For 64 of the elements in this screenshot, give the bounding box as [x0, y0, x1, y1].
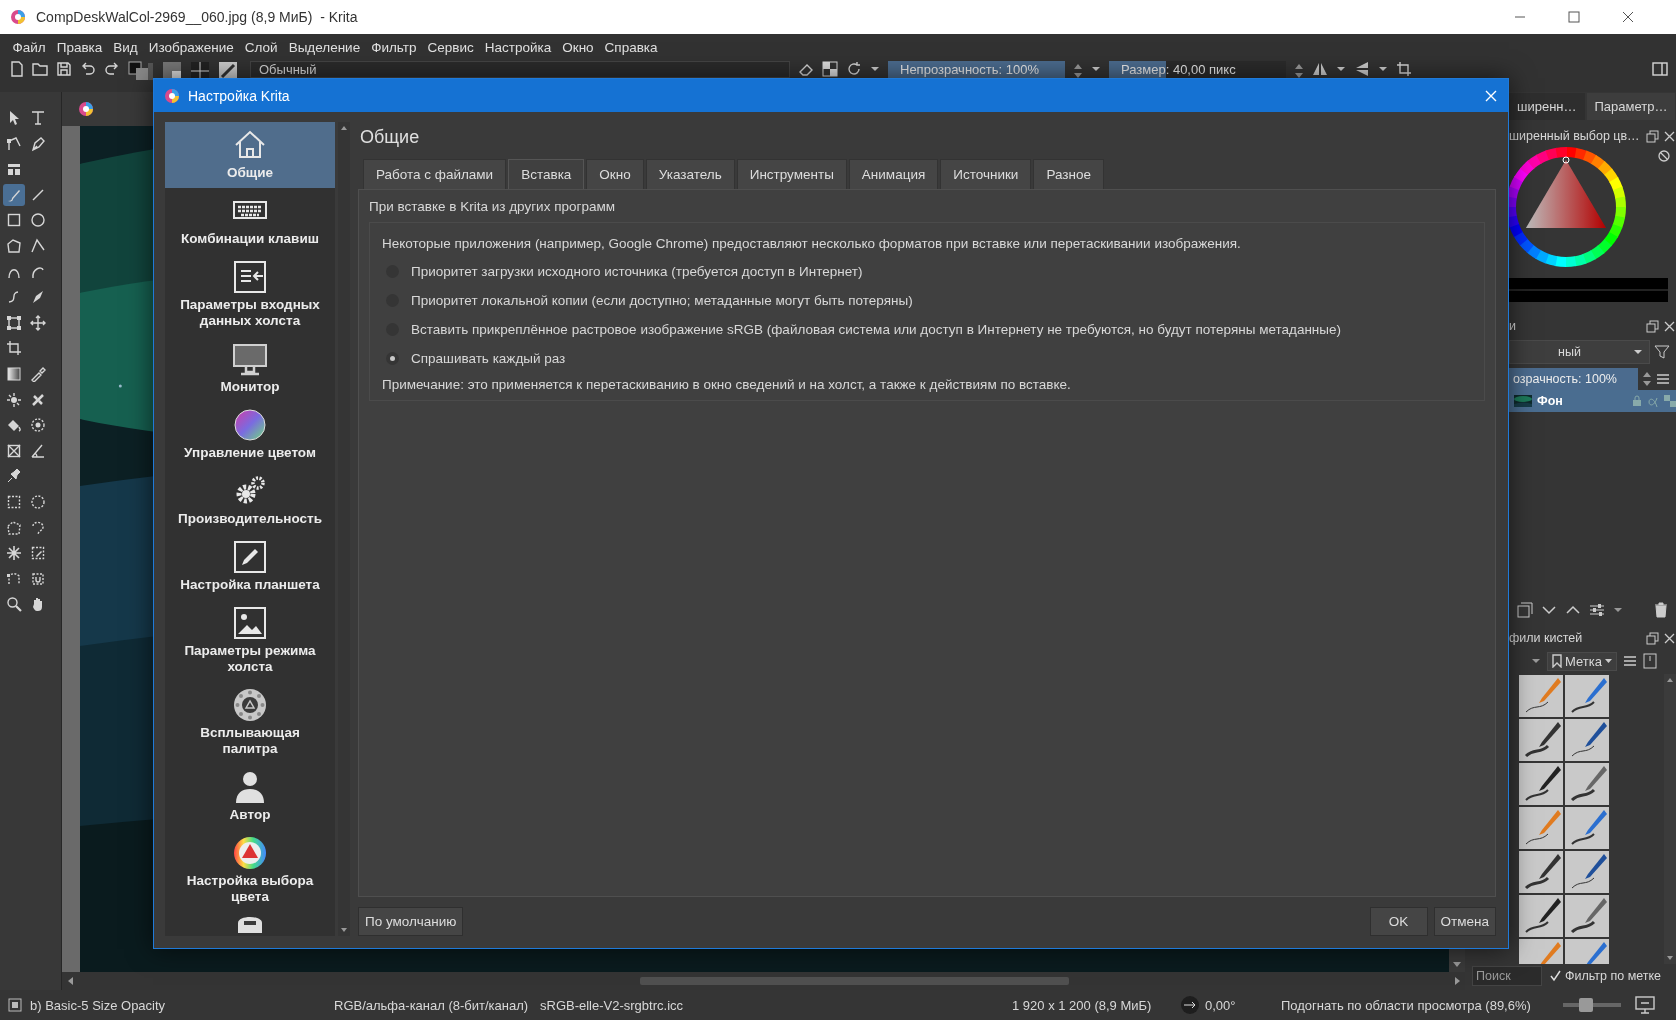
menu-item[interactable]: Окно — [556, 39, 600, 55]
radio-label: Приоритет локальной копии (если доступно; метаданные могут быть потеряны) — [411, 293, 913, 308]
group-title: При вставке в Krita из других программ — [369, 198, 616, 216]
sidebar-item[interactable]: Общие — [165, 122, 335, 188]
tab[interactable]: Указатель — [645, 159, 735, 189]
tab[interactable]: Источники — [940, 159, 1032, 189]
checkbox-label: Фильтр по метке — [1565, 969, 1662, 983]
tab[interactable]: Инструменты — [736, 159, 847, 189]
layer-name: Фон — [1537, 394, 1563, 408]
brush-preset-name: b) Basic-5 Size Opacity — [30, 997, 167, 1013]
menu-item[interactable]: Файл — [7, 39, 52, 55]
tab[interactable]: Вставка — [508, 159, 585, 189]
image-size: 1 920 x 1 200 (8,9 МиБ) — [1012, 997, 1153, 1013]
zoom-mode: Подогнать по области просмотра (89,6%) — [1281, 997, 1532, 1013]
rotation-angle: 0,00° — [1205, 997, 1237, 1013]
sidebar-item[interactable]: Всплывающая палитра — [165, 682, 335, 764]
panel-title: фили кистей — [1509, 631, 1584, 645]
menu-item[interactable]: Вид — [107, 39, 144, 55]
menu-item[interactable]: Выделение — [283, 39, 366, 55]
menu-item[interactable]: Настройка — [479, 39, 557, 55]
description-text: Некоторые приложения (например, Google Chrome) предоставляют несколько форматов при вставке или перетаскивании изображения. — [382, 236, 1242, 251]
sidebar-item[interactable]: Настройка планшета — [165, 534, 335, 600]
window-title: CompDeskWalCol-2969__060.jpg (8,9 МиБ) - Krita — [36, 9, 359, 25]
tab[interactable]: Разное — [1033, 159, 1104, 189]
menu-item[interactable]: Справка — [599, 39, 664, 55]
sidebar-item[interactable]: Производительность — [165, 468, 335, 534]
tab[interactable]: Работа с файлами — [363, 159, 507, 189]
sidebar-item[interactable]: Параметры входных данных холста — [165, 254, 335, 336]
page-title: Общие — [359, 126, 421, 149]
ok-button[interactable]: OK — [1369, 907, 1428, 936]
cancel-button[interactable]: Отмена — [1433, 907, 1496, 936]
sidebar-item[interactable]: Монитор — [165, 336, 335, 402]
dropdown-value: ный — [1558, 345, 1582, 359]
tab[interactable]: Анимация — [848, 159, 939, 189]
menu-item[interactable]: Фильтр — [365, 39, 423, 55]
dock-tab[interactable]: ширенн… — [1509, 92, 1585, 120]
radio-label: Приоритет загрузки исходного источника (требуется доступ в Интернет) — [411, 264, 863, 279]
note-text: Примечание: это применяется к перетаскиванию в окно сведений и на холст, а также к действиям по вставке. — [382, 376, 1072, 392]
blend-mode-dropdown[interactable]: ный — [1509, 340, 1650, 364]
search-field[interactable]: Поиск — [1472, 966, 1542, 986]
color-model: RGB/альфа-канал (8-бит/канал) — [334, 997, 530, 1013]
panel-title: и — [1509, 319, 1517, 333]
opacity-slider[interactable]: Непрозрачность: 100% — [888, 61, 1065, 78]
tab[interactable]: Окно — [586, 159, 644, 189]
defaults-button[interactable]: По умолчанию — [358, 907, 464, 936]
sidebar-item[interactable]: Параметры режима холста — [165, 600, 335, 682]
blend-mode-dropdown[interactable]: Обычный — [250, 61, 790, 78]
dock-tab[interactable]: Параметр… — [1586, 92, 1676, 120]
menu-item[interactable]: Изображение — [143, 39, 240, 55]
menu-item[interactable]: Слой — [239, 39, 284, 55]
layer-row[interactable]: Фон — [1509, 390, 1676, 412]
menu-item[interactable]: Правка — [51, 39, 108, 55]
dialog-title: Настройка Krita — [188, 87, 291, 104]
radio-label: Спрашивать каждый раз — [411, 351, 566, 366]
menu-item[interactable]: Сервис — [422, 39, 480, 55]
sidebar-item[interactable]: Настройка выбора цвета — [165, 830, 335, 912]
tag-button[interactable]: Метка — [1547, 651, 1617, 671]
radio-label: Вставить прикреплённое растровое изображение sRGB (файловая система или доступ в Интернету не требуются, но будут потеряны метаданные) — [411, 322, 1342, 337]
color-profile: sRGB-elle-V2-srgbtrc.icc — [540, 997, 685, 1013]
panel-title: ширенный выбор цв… — [1509, 129, 1641, 143]
sidebar-item[interactable]: Комбинации клавиш — [165, 188, 335, 254]
sidebar-item[interactable]: Управление цветом — [165, 402, 335, 468]
opacity-slider[interactable]: озрачность: 100% — [1509, 368, 1638, 390]
sidebar-item[interactable]: Автор — [165, 764, 335, 830]
